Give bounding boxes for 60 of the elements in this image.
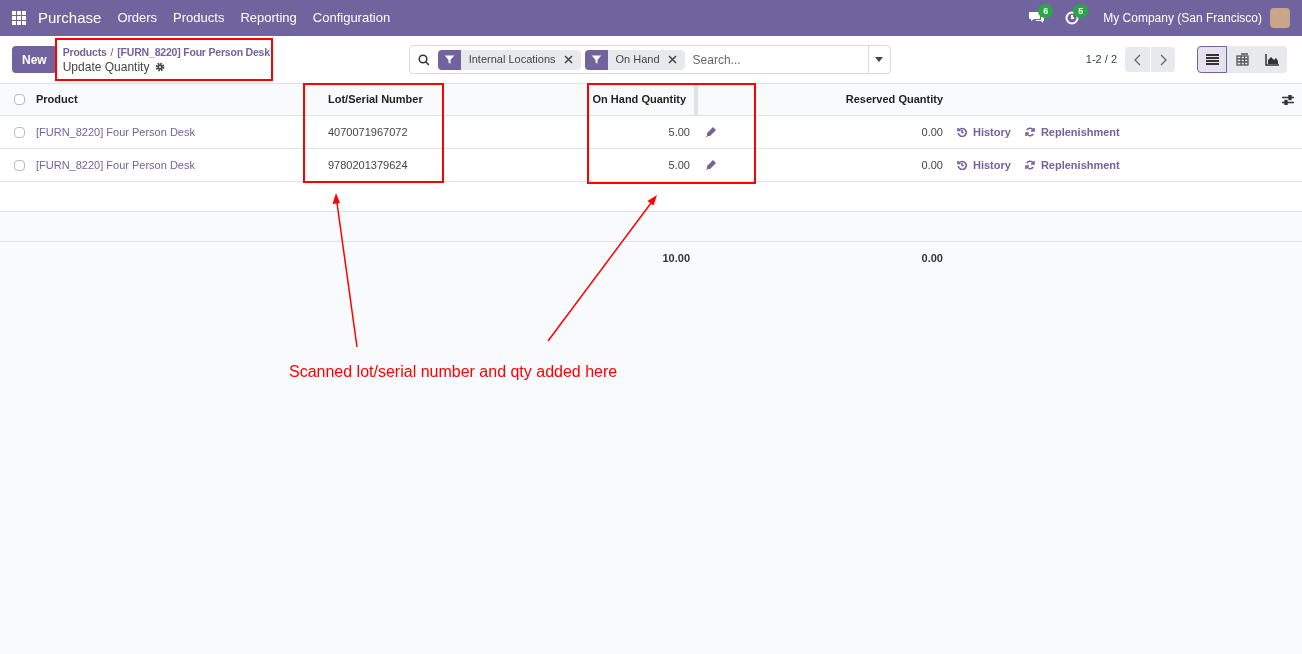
caret-icon [875,57,884,62]
app-name[interactable]: Purchase [38,6,102,30]
clock-icon[interactable] [1065,11,1080,25]
new-button[interactable]: New [12,46,57,73]
search-input[interactable]: Search... [688,50,868,69]
replenishment-button[interactable]: Replenishment [1024,123,1120,141]
select-all-checkbox[interactable] [13,94,25,105]
view-switcher-button[interactable] [1257,46,1287,73]
row-checkbox[interactable] [13,159,25,171]
menu-item[interactable]: Orders [117,8,158,28]
history-button[interactable]: History [957,156,1011,174]
reserved-quantity-cell-text: 0.00 [920,124,944,140]
breadcrumb-separator: / [110,44,114,60]
pencil-icon[interactable] [706,127,716,137]
breadcrumb-link[interactable]: [FURN_8220] Four Person Desk [117,44,270,60]
activity-count-badge: 5 [1073,4,1089,18]
history-icon [957,127,967,137]
annotation-text: Scanned lot/serial number and qty added here [289,362,618,382]
replenishment-button[interactable]: Replenishment [1024,156,1120,174]
pencil-icon[interactable] [706,160,716,170]
menu-item[interactable]: Reporting [240,8,297,28]
search-icon[interactable] [417,53,430,66]
message-count-badge: 6 [1038,4,1054,18]
product-link[interactable]: [FURN_8220] Four Person Desk [30,123,320,141]
facet-label: Internal Locations [467,52,557,68]
column-header[interactable]: Product [30,91,320,108]
column-header[interactable]: Reserved Quantity [728,91,951,108]
grid-icon [1235,53,1249,66]
page-title: Update Quantity [62,59,150,75]
chevron-right-icon [1159,53,1167,66]
view-switcher-button[interactable] [1227,46,1257,73]
reserved-total: 0.00 [920,250,944,266]
reserved-quantity-cell-text: 0.00 [920,157,944,173]
settings-sliders-icon[interactable] [1282,94,1294,105]
breadcrumb-link[interactable]: Products [62,44,107,60]
lot-number-cell-text: 9780201379624 [327,157,409,173]
product-link[interactable]: [FURN_8220] Four Person Desk [30,156,320,174]
area-chart-icon [1265,53,1279,66]
facet-label: On Hand [614,52,661,68]
view-switcher-button[interactable] [1197,46,1227,73]
gear-icon[interactable] [155,62,166,72]
column-header[interactable]: Lot/Serial Number [320,91,560,108]
lot-number-cell-text: 4070071967072 [327,124,409,140]
menu-item[interactable]: Configuration [312,8,391,28]
filter-icon [443,54,455,65]
chevron-left-icon [1134,53,1141,66]
refresh-icon [1024,127,1035,137]
on-hand-total: 10.00 [661,250,691,266]
menu-item[interactable]: Products [173,8,225,28]
row-checkbox[interactable] [13,126,25,138]
on-hand-quantity-cell-text: 5.00 [667,157,691,173]
company-name[interactable]: My Company (San Francisco) [1103,9,1262,27]
filter-icon [590,54,602,65]
pager-value: 1-2 / 2 [1085,52,1117,68]
list-icon [1205,54,1219,65]
history-button[interactable]: History [957,123,1011,141]
on-hand-quantity-cell-text: 5.00 [667,124,691,140]
apps-grid-icon[interactable] [12,11,26,25]
refresh-icon [1024,160,1035,170]
history-icon [957,160,967,170]
